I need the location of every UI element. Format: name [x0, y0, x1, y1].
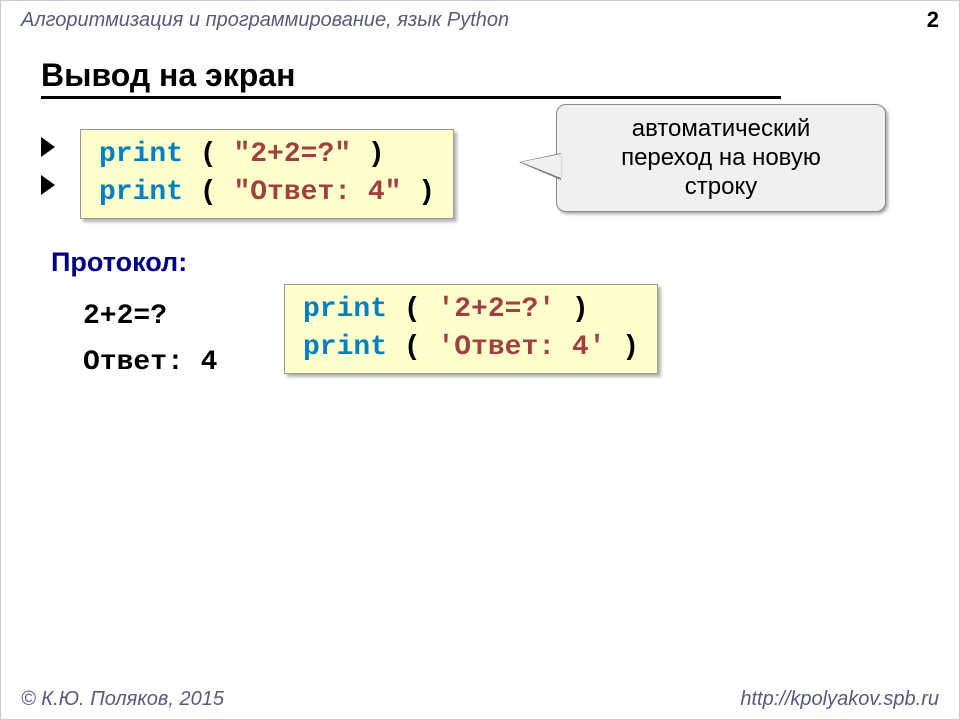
string-literal: 'Ответ: 4'	[437, 332, 605, 363]
callout-line: переход на новую	[577, 144, 865, 173]
page-number: 2	[927, 7, 939, 33]
footer: © К.Ю. Поляков, 2015 http://kpolyakov.sp…	[21, 688, 939, 711]
paren: )	[401, 177, 435, 208]
keyword: print	[303, 332, 387, 363]
footer-url: http://kpolyakov.spb.ru	[740, 688, 939, 711]
paren: )	[555, 294, 589, 325]
string-literal: "Ответ: 4"	[233, 177, 401, 208]
paren: (	[183, 177, 233, 208]
code-line: print ( "2+2=?" )	[99, 136, 435, 174]
paren: )	[605, 332, 639, 363]
code-line: print ( 'Ответ: 4' )	[303, 329, 639, 367]
code-box-1: print ( "2+2=?" ) print ( "Ответ: 4" )	[80, 129, 454, 219]
paren: (	[387, 332, 437, 363]
keyword: print	[99, 139, 183, 170]
header: Алгоритмизация и программирование, язык …	[1, 1, 959, 37]
bullets	[41, 129, 55, 209]
bullet-icon	[41, 137, 55, 157]
slide-title: Вывод на экран	[1, 37, 959, 96]
content-area: print ( "2+2=?" ) print ( "Ответ: 4" ) а…	[1, 99, 959, 386]
code-line: print ( '2+2=?' )	[303, 291, 639, 329]
string-literal: "2+2=?"	[233, 139, 351, 170]
paren: (	[183, 139, 233, 170]
callout-line: автоматический	[577, 115, 865, 144]
callout-line: строку	[577, 173, 865, 202]
string-literal: '2+2=?'	[437, 294, 555, 325]
keyword: print	[303, 294, 387, 325]
paren: )	[351, 139, 385, 170]
callout: автоматический переход на новую строку	[556, 104, 886, 212]
keyword: print	[99, 177, 183, 208]
footer-copyright: © К.Ю. Поляков, 2015	[21, 688, 224, 711]
bullet-icon	[41, 175, 55, 195]
callout-tail	[521, 154, 561, 178]
protocol-label: Протокол:	[51, 247, 919, 278]
paren: (	[387, 294, 437, 325]
code-line: print ( "Ответ: 4" )	[99, 174, 435, 212]
code-box-2: print ( '2+2=?' ) print ( 'Ответ: 4' )	[284, 284, 658, 374]
header-title: Алгоритмизация и программирование, язык …	[21, 9, 509, 32]
